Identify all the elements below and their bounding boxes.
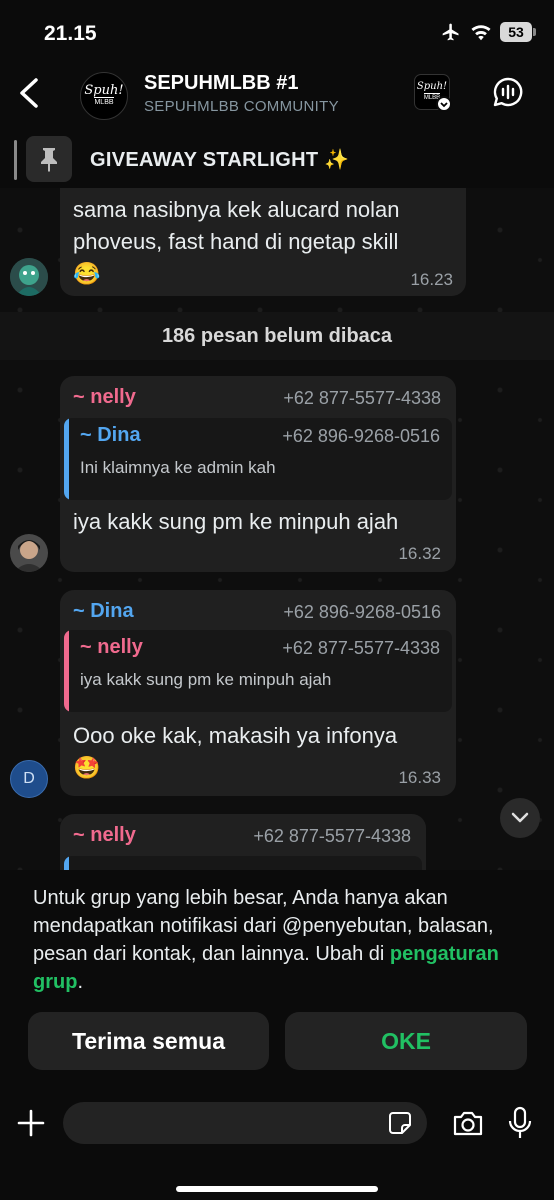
- group-subtitle[interactable]: SEPUHMLBB COMMUNITY: [144, 98, 339, 115]
- quoted-message[interactable]: ~ Dina +62 896-9268-0516 Ini klaimnya ke…: [64, 418, 452, 500]
- voice-chat-icon[interactable]: [492, 76, 524, 108]
- quote-phone: +62 896-9268-0516: [282, 426, 440, 446]
- avatar-letter: D: [23, 770, 35, 787]
- community-logo-text: Spuh!: [416, 81, 448, 92]
- battery-level: 53: [508, 24, 524, 40]
- plus-icon[interactable]: [16, 1108, 46, 1138]
- quote-sender: ~ Dina: [80, 424, 141, 446]
- pin-icon: [26, 136, 72, 182]
- airplane-icon: [442, 23, 459, 41]
- unread-divider: 186 pesan belum dibaca: [0, 312, 554, 360]
- avatar[interactable]: [10, 534, 48, 572]
- accept-all-button[interactable]: Terima semua: [28, 1012, 269, 1070]
- message-composer: [0, 1084, 554, 1200]
- avatar[interactable]: D: [10, 760, 48, 798]
- quote-phone: +62 877-5577-4338: [282, 638, 440, 658]
- message-input[interactable]: [63, 1102, 427, 1144]
- ok-button[interactable]: OKE: [285, 1012, 527, 1070]
- message-bubble[interactable]: ~ nelly +62 877-5577-4338: [60, 814, 426, 870]
- quote-text: iya kakk sung pm ke minpuh ajah: [80, 670, 332, 689]
- message-bubble[interactable]: ~ nelly +62 877-5577-4338 ~ Dina +62 896…: [60, 376, 456, 572]
- sender-phone: +62 877-5577-4338: [283, 388, 441, 408]
- battery-icon: 53: [500, 22, 536, 42]
- group-title[interactable]: SEPUHMLBB #1: [144, 72, 298, 95]
- message-time: 16.33: [398, 768, 441, 787]
- scroll-down-button[interactable]: [500, 798, 540, 838]
- message-text-line: sama nasibnya kek alucard nolan: [73, 197, 400, 222]
- message-bubble[interactable]: ~ Dina +62 896-9268-0516 ~ nelly +62 877…: [60, 590, 456, 796]
- notice-period: .: [77, 971, 83, 993]
- emoji-laugh: 😂: [73, 261, 101, 286]
- notification-notice: Untuk grup yang lebih besar, Anda hanya …: [0, 870, 554, 1084]
- microphone-icon[interactable]: [508, 1106, 532, 1140]
- status-time: 21.15: [44, 22, 97, 45]
- sender-name[interactable]: ~ nelly: [73, 386, 136, 409]
- quote-sender: ~ nelly: [80, 636, 143, 658]
- avatar-logo-text: Spuh!: [84, 83, 124, 98]
- wifi-icon: [471, 25, 491, 41]
- chevron-down-icon: [511, 812, 529, 823]
- notice-text: Untuk grup yang lebih besar, Anda hanya …: [33, 884, 533, 996]
- message-time: 16.32: [398, 544, 441, 563]
- message-text: iya kakk sung pm ke minpuh ajah: [73, 509, 399, 534]
- sender-name[interactable]: ~ Dina: [73, 600, 134, 623]
- pinned-message-text: GIVEAWAY STARLIGHT ✨: [90, 149, 350, 171]
- sender-phone: +62 877-5577-4338: [253, 826, 411, 846]
- avatar[interactable]: [10, 258, 48, 296]
- message-text: Ooo oke kak, makasih ya infonya: [73, 723, 398, 748]
- status-icons: 53: [440, 22, 536, 42]
- quote-indicator: [64, 418, 69, 500]
- sender-name[interactable]: ~ nelly: [73, 824, 136, 847]
- sticker-icon[interactable]: [388, 1111, 412, 1135]
- message-time: 16.23: [410, 270, 453, 289]
- camera-icon[interactable]: [452, 1109, 484, 1137]
- quoted-message[interactable]: [64, 856, 422, 870]
- emoji-star-struck: 🤩: [73, 755, 101, 780]
- chat-header: Spuh! MLBB SEPUHMLBB #1 SEPUHMLBB COMMUN…: [0, 62, 554, 130]
- back-button[interactable]: [14, 76, 44, 110]
- pinned-message-bar[interactable]: GIVEAWAY STARLIGHT ✨: [0, 130, 554, 188]
- quoted-message[interactable]: ~ nelly +62 877-5577-4338 iya kakk sung …: [64, 630, 452, 712]
- quote-indicator: [64, 856, 69, 870]
- group-avatar[interactable]: Spuh! MLBB: [80, 72, 128, 120]
- sender-phone: +62 896-9268-0516: [283, 602, 441, 622]
- chat-area[interactable]: GIVEAWAY STARLIGHT ✨ sama nasibnya kek a…: [0, 130, 554, 870]
- home-indicator: [176, 1186, 378, 1192]
- pinned-indicator: [14, 140, 17, 180]
- status-bar: 21.15 53: [0, 0, 554, 62]
- quote-text: Ini klaimnya ke admin kah: [80, 458, 276, 477]
- community-badge-icon: [436, 96, 452, 112]
- quote-indicator: [64, 630, 69, 712]
- message-text-line: phoveus, fast hand di ngetap skill: [73, 229, 399, 254]
- avatar-logo-subtext: MLBB: [94, 97, 114, 106]
